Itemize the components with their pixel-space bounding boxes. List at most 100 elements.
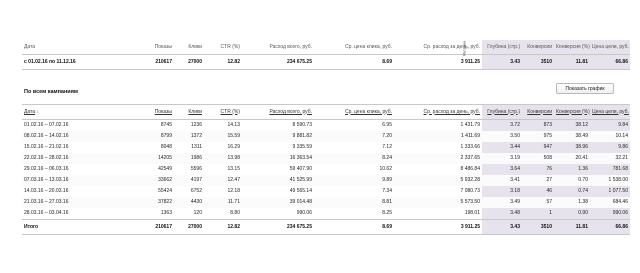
table-cell: 08.02.16 – 14.02.16 [24,133,69,139]
table-cell: 6752 [190,188,202,194]
weekly-stats-table: Дата↓ Показы Клики CTR (%) Расход всего,… [22,104,630,235]
table-cell: 9.84 [590,119,630,131]
table-cell: 8.25 [382,210,392,216]
table-cell: 9.86 [590,142,630,153]
summary-col-avg-daily-spend: Ср. расход за день, руб. [423,43,481,50]
table-cell: 1 538.00 [608,177,628,183]
header-label: Цена цели, руб. [592,108,629,115]
table-cell: 3.43 [482,219,522,235]
table-row: 28.03.16 – 03.04.16 1363 120 8.80 990.06 8.25… [22,208,630,220]
table-cell: 29.02.16 – 06.03.16 [24,166,69,172]
table-cell: 16.29 [227,144,240,150]
table-cell: 3.48 [482,208,522,220]
table-row: 15.02.16 – 21.02.16 8048 1311 16.29 9 335.59… [22,142,630,153]
metrika-side-label: Метрика [461,40,467,57]
statistics-page: Дата Показы Клики CTR (%) Расход всего, … [0,0,640,273]
table-cell: 42549 [158,166,172,172]
table-cell: 1 411.69 [460,133,480,139]
table-cell: 66.86 [590,219,630,235]
sort-by-avg-cpc-link[interactable]: Ср. цена клика, руб. [314,104,394,120]
table-cell: 76 [522,164,554,175]
table-cell: 10.14 [615,133,628,139]
table-cell: 15.02.16 – 21.02.16 [24,144,69,150]
table-cell: 3.41 [510,177,520,183]
table-cell: 8 486.84 [460,166,480,172]
table-cell: 1 077.50 [590,186,630,197]
summary-header-row: Дата Показы Клики CTR (%) Расход всего, … [22,40,630,55]
summary-cell: 3 911.25 [394,54,482,70]
table-cell: 198.01 [464,210,480,216]
table-cell: 1.38 [578,199,588,205]
table-cell: 1236 [190,122,202,128]
summary-col-clicks: Клики [188,43,202,50]
table-row: 07.03.16 – 13.03.16 33662 4197 12.47 41 525.… [22,175,630,186]
sort-by-conversion-rate-link[interactable]: Конверсия (%) [554,104,590,120]
summary-cell: 3.43 [482,54,522,70]
table-cell: 3510 [522,219,554,235]
table-cell: 8745 [160,122,172,128]
table-cell: 0.70 [578,177,588,183]
table-cell: 3.49 [510,199,520,205]
table-cell: 1986 [190,155,202,161]
header-label: CTR (%) [220,108,240,115]
table-cell: 28.03.16 – 03.04.16 [24,210,69,216]
table-cell: 27000 [174,219,204,235]
table-row: 14.03.16 – 20.03.16 55424 6752 12.18 49 565.… [22,186,630,197]
table-cell: 4197 [190,177,202,183]
table-cell: 38.49 [575,133,588,139]
sort-by-clicks-link[interactable]: Клики [174,104,204,120]
table-cell: 7.34 [382,188,392,194]
total-row: Итого 210617 27000 12.82 234 675.25 8.69 3 911… [22,219,630,235]
summary-cell: 210617 [112,54,174,70]
table-cell: 07.03.16 – 13.03.16 [24,177,69,183]
table-cell: 7.12 [382,144,392,150]
sort-by-date-link[interactable]: Дата↓ [22,104,112,120]
header-label: Клики [188,108,202,115]
sort-by-depth-link[interactable]: Глубина (стр.) [482,104,522,120]
sort-by-spend-link[interactable]: Расход всего, руб. [242,104,314,120]
sort-by-avg-daily-spend-link[interactable]: Ср. расход за день, руб. [394,104,482,120]
table-cell: 38.96 [554,142,590,153]
header-label: Глубина (стр.) [487,108,520,115]
header-label: Конверсия (%) [556,108,590,115]
table-cell: 12.47 [227,177,240,183]
summary-cell: 12.82 [204,54,242,70]
sort-by-goal-cost-link[interactable]: Цена цели, руб. [590,104,630,120]
table-cell: 1 [522,208,554,220]
table-cell: 33662 [158,177,172,183]
summary-cell: 11.81 [554,54,590,70]
table-cell: 0.74 [554,186,590,197]
table-cell: 3.72 [482,119,522,131]
table-cell: 1363 [160,210,172,216]
table-cell: 975 [543,133,552,139]
summary-cell: 234 675.25 [242,54,314,70]
summary-col-depth: Глубина (стр.) [482,40,522,55]
sort-by-conversions-link[interactable]: Конверсии [522,104,554,120]
table-cell: 7 080.73 [460,188,480,194]
sort-by-impressions-link[interactable]: Показы [112,104,174,120]
table-cell: 3.44 [482,142,522,153]
summary-cell: 27000 [174,54,204,70]
table-cell: 39 014.48 [289,199,312,205]
table-row: 21.03.16 – 27.03.16 37822 4430 11.71 39 014.… [22,197,630,208]
table-cell: 9.89 [382,177,392,183]
table-cell: 13.15 [227,166,240,172]
table-cell: 11.71 [227,199,240,205]
header-label: Ср. цена клика, руб. [344,108,392,115]
summary-cell: 3510 [522,54,554,70]
header-label: Показы [154,108,172,115]
table-cell: 6.95 [382,122,392,128]
table-cell: 1 431.79 [460,122,480,128]
table-cell: 3.50 [510,133,520,139]
table-cell: 38.12 [554,119,590,131]
summary-col-conversion-rate: Конверсия (%) [554,40,590,55]
table-cell: 1372 [190,133,202,139]
table-cell: 3.18 [482,186,522,197]
show-graph-button[interactable]: Показать график [556,83,614,94]
table-cell: 4430 [190,199,202,205]
table-cell: 10.62 [379,166,392,172]
table-cell: 14.13 [227,122,240,128]
table-cell: 234 675.25 [242,219,314,235]
header-label: Дата [24,108,36,115]
sort-by-ctr-link[interactable]: CTR (%) [204,104,242,120]
